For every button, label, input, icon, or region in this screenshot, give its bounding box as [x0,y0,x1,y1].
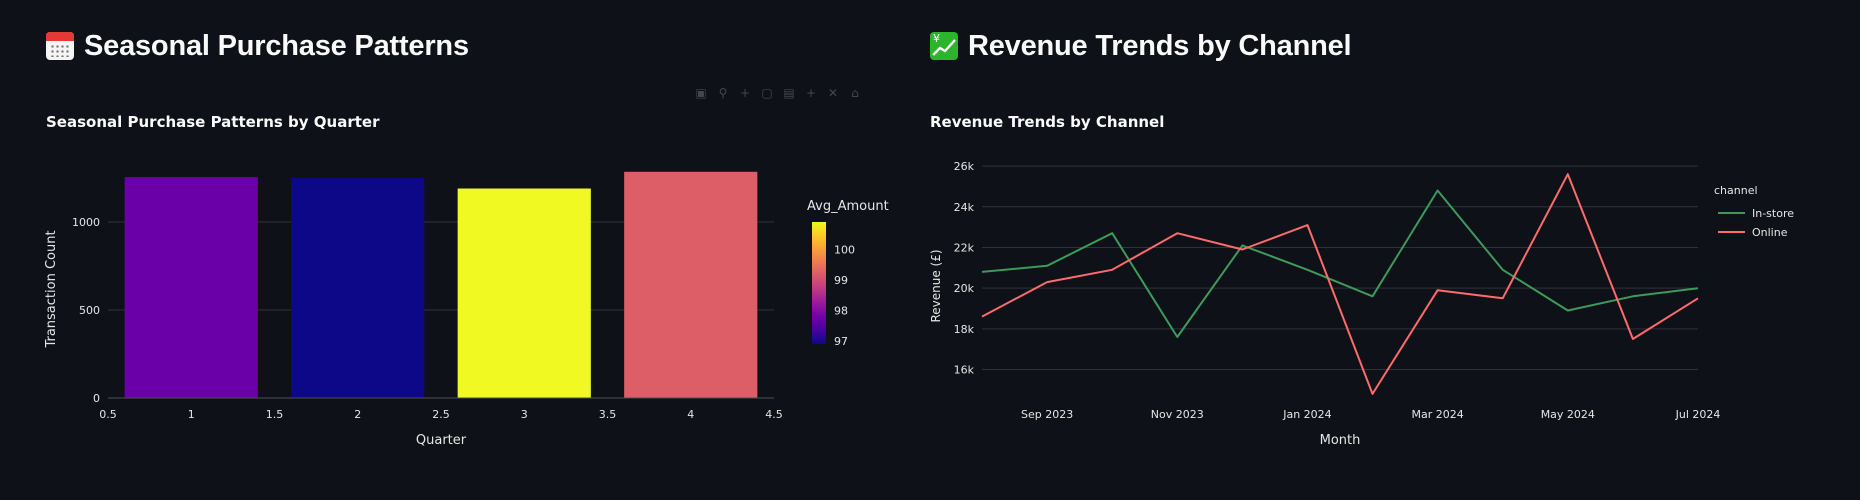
right-panel: ¥ Revenue Trends by Channel Revenue Tren… [930,0,1860,500]
x-tick-label: Jan 2024 [1282,408,1331,421]
y-tick-label: 18k [954,323,975,336]
x-tick-label: 4 [687,408,694,421]
bar-q1 [124,177,258,398]
y-tick-label: 0 [93,392,100,405]
legend-label: Online [1752,226,1788,239]
y-tick-label: 22k [954,241,975,254]
x-tick-label: Jul 2024 [1675,408,1721,421]
bar-q4 [624,171,758,398]
legend-title: channel [1714,184,1758,197]
x-tick-label: 2 [354,408,361,421]
x-tick-label: 0.5 [99,408,117,421]
left-panel: Seasonal Purchase Patterns ▣ ⚲ + ▢ ▤ + ✕… [0,0,930,500]
x-tick-label: Nov 2023 [1151,408,1204,421]
y-tick-label: 24k [954,201,975,214]
y-tick-label: 20k [954,282,975,295]
x-tick-label: Mar 2024 [1412,408,1464,421]
bar-q2 [291,177,425,398]
series-line-in-store [981,189,1699,338]
x-tick-label: 2.5 [432,408,450,421]
y-axis-title: Revenue (£) [930,249,943,322]
colorbar-tick-label: 99 [834,274,848,287]
x-tick-label: 3.5 [599,408,617,421]
x-tick-label: May 2024 [1541,408,1595,421]
x-tick-label: 1.5 [266,408,284,421]
x-axis-title: Quarter [416,433,467,448]
y-tick-label: 16k [954,364,975,377]
bar-q3 [457,188,591,398]
colorbar-title: Avg_Amount [807,199,889,214]
colorbar [812,222,826,344]
colorbar-tick-label: 97 [834,335,848,348]
colorbar-tick-label: 98 [834,304,848,317]
x-tick-label: 3 [521,408,528,421]
legend-label: In-store [1752,207,1794,220]
bar-chart: 0 500 1000 0.5 1 1.5 2 2.5 3 3.5 4 4.5 Quarter Transa… [44,171,889,448]
x-tick-label: Sep 2023 [1021,408,1073,421]
y-tick-label: 500 [79,304,100,317]
colorbar-tick-label: 100 [834,243,855,256]
y-tick-label: 1000 [72,216,100,229]
x-tick-label: 1 [188,408,195,421]
line-chart: 16k 18k 20k 22k 24k 26k Sep 2023 Nov 2023 Jan 20… [930,160,1794,448]
x-axis-title: Month [1320,433,1361,448]
y-tick-label: 26k [954,160,975,173]
x-tick-label: 4.5 [765,408,783,421]
y-axis-title: Transaction Count [44,230,59,348]
